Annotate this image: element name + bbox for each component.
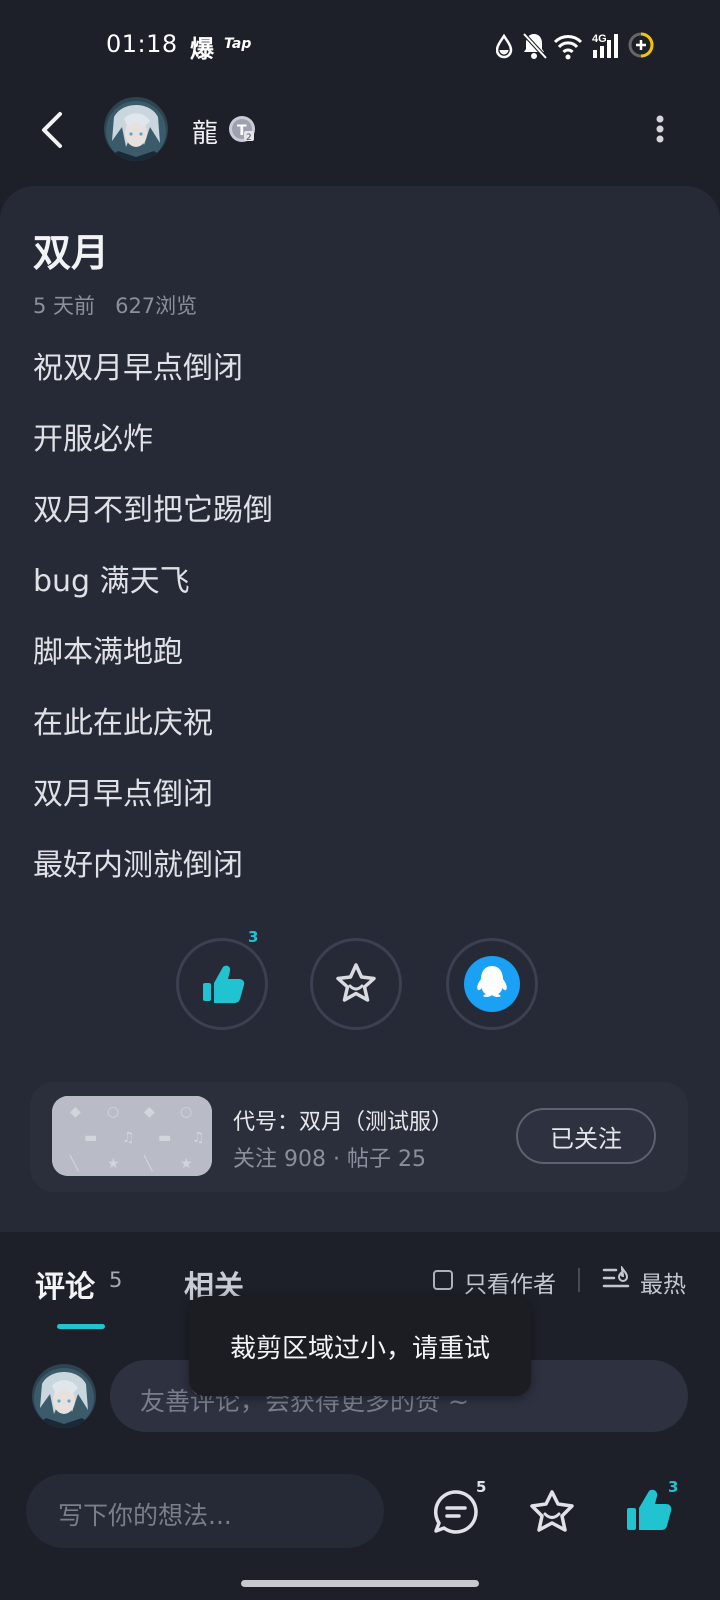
post-line: 在此在此庆祝 xyxy=(33,706,213,741)
forum-stats: 关注 908 · 帖子 25 xyxy=(233,1147,426,1172)
thumbs-up-icon xyxy=(203,965,245,1003)
svg-text:4G: 4G xyxy=(592,33,607,45)
svg-text:★: ★ xyxy=(107,1156,120,1172)
bottom-like-count: 3 xyxy=(668,1478,679,1496)
water-drop-icon xyxy=(496,33,513,59)
comment-count: 5 xyxy=(476,1478,487,1496)
post-title: 双月 xyxy=(33,231,110,275)
svg-text:♫: ♫ xyxy=(122,1130,135,1146)
level-badge-icon: T 2 xyxy=(229,116,255,143)
svg-text:╲: ╲ xyxy=(69,1155,80,1172)
svg-text:○: ○ xyxy=(180,1104,192,1120)
post-time: 5 天前 xyxy=(33,294,96,318)
svg-text:◆: ◆ xyxy=(70,1104,81,1120)
svg-text:○: ○ xyxy=(107,1104,119,1120)
share-qq-button[interactable] xyxy=(446,938,538,1030)
status-bar: 01:18 爆 Tap 4G xyxy=(0,0,720,90)
post-line: 双月不到把它踢倒 xyxy=(33,493,273,528)
like-icon[interactable] xyxy=(624,1488,672,1536)
qq-icon xyxy=(464,956,520,1012)
back-arrow-icon[interactable] xyxy=(36,108,76,152)
tab-comments[interactable]: 评论 xyxy=(35,1262,95,1306)
tab-comments-count: 5 xyxy=(109,1268,123,1292)
author-avatar[interactable] xyxy=(104,97,168,161)
star-icon xyxy=(336,963,376,1002)
like-count: 3 xyxy=(248,928,259,946)
post-line: 最好内测就倒闭 xyxy=(33,848,243,883)
post-line: 脚本满地跑 xyxy=(33,635,183,670)
author-name[interactable]: 龍 xyxy=(192,113,218,150)
sort-hot-label[interactable]: 最热 xyxy=(640,1265,686,1299)
sort-icon[interactable] xyxy=(602,1266,630,1292)
favorite-button[interactable] xyxy=(310,938,402,1030)
more-menu-icon[interactable] xyxy=(650,114,670,144)
author-only-checkbox[interactable] xyxy=(433,1270,453,1290)
status-app-icon: 爆 xyxy=(190,35,214,63)
toast-message: 裁剪区域过小，请重试 xyxy=(189,1296,531,1396)
svg-text:◆: ◆ xyxy=(144,1104,155,1120)
status-tap-icon: Tap xyxy=(224,36,252,52)
bell-off-icon xyxy=(522,32,548,60)
divider xyxy=(578,1268,580,1292)
user-avatar xyxy=(32,1364,96,1428)
svg-text:▬: ▬ xyxy=(158,1130,171,1146)
post-line: 祝双月早点倒闭 xyxy=(33,351,243,386)
svg-text:╲: ╲ xyxy=(143,1155,154,1172)
forum-thumbnail[interactable]: ◆ ○ ◆ ○ ▬ ♫ ▬ ♫ ╲ ★ ╲ ★ xyxy=(52,1096,212,1176)
battery-icon xyxy=(628,32,654,58)
svg-text:♫: ♫ xyxy=(192,1130,205,1146)
post-meta: 5 天前 627浏览 xyxy=(33,290,197,320)
reply-placeholder[interactable]: 写下你的想法... xyxy=(58,1496,232,1532)
svg-text:2: 2 xyxy=(246,133,252,143)
post-line: 开服必炸 xyxy=(33,422,153,457)
wifi-icon xyxy=(553,35,583,60)
comment-icon[interactable] xyxy=(432,1488,480,1536)
status-time: 01:18 xyxy=(106,30,178,58)
forum-name[interactable]: 代号：双月（测试服） xyxy=(233,1104,453,1136)
home-indicator[interactable] xyxy=(241,1580,479,1587)
status-icons: 4G xyxy=(496,32,654,60)
follow-button[interactable]: 已关注 xyxy=(516,1108,656,1164)
active-tab-indicator xyxy=(57,1324,105,1329)
like-button[interactable] xyxy=(176,938,268,1030)
svg-text:▬: ▬ xyxy=(84,1130,97,1146)
favorite-icon[interactable] xyxy=(528,1488,576,1536)
signal-icon: 4G xyxy=(592,33,618,58)
post-views: 627浏览 xyxy=(115,294,198,318)
author-only-label[interactable]: 只看作者 xyxy=(464,1265,556,1299)
post-line: bug 满天飞 xyxy=(33,564,190,599)
post-line: 双月早点倒闭 xyxy=(33,777,213,812)
svg-text:★: ★ xyxy=(180,1156,193,1172)
